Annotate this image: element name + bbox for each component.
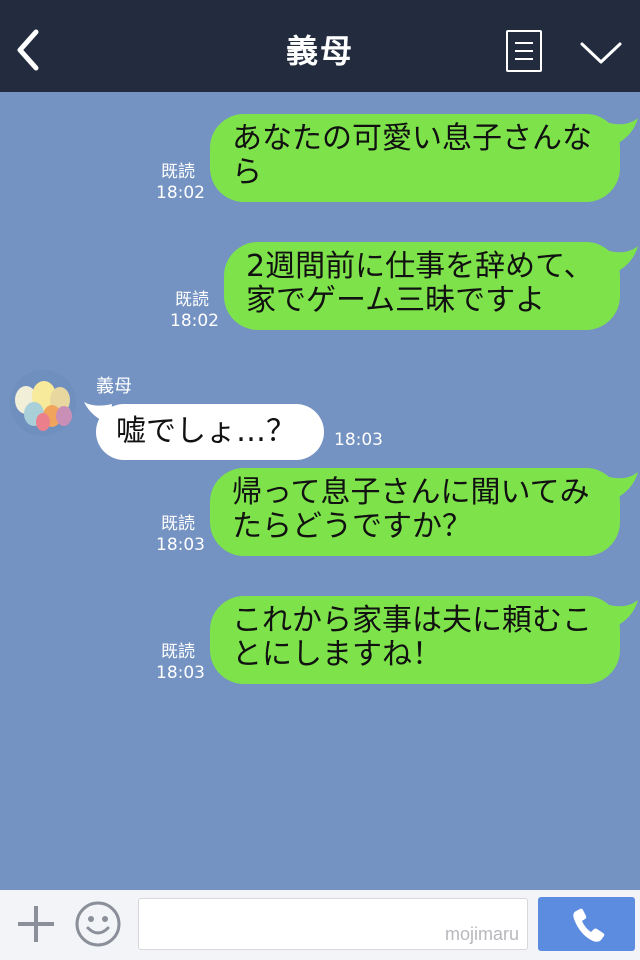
- chat-title: 義母: [285, 32, 354, 70]
- bubble-tail: [606, 246, 638, 274]
- message-time: 18:02: [170, 311, 219, 331]
- message-line: 帰って息子さんに聞いてみ: [232, 475, 590, 510]
- call-button[interactable]: [538, 897, 635, 951]
- bubble-tail: [606, 600, 638, 628]
- outgoing-message-bubble[interactable]: 2週間前に仕事を辞めて、 家でゲーム三昧ですよ: [224, 242, 620, 330]
- chat-header: 義母: [0, 0, 640, 92]
- input-bar: mojimaru: [0, 890, 640, 960]
- chat-area[interactable]: 既読 18:02 あなたの可愛い息子さんな ら 既読 18:02 2週間前に仕事…: [0, 92, 640, 890]
- message-line: あなたの可愛い息子さんな: [232, 121, 592, 156]
- message-meta: 既読 18:03: [156, 514, 205, 556]
- bubble-tail: [606, 472, 638, 500]
- smile-icon: [75, 901, 121, 947]
- chevron-down-icon: [580, 42, 622, 64]
- message-time: 18:03: [334, 430, 383, 450]
- sender-name: 義母: [96, 376, 132, 397]
- message-line: たらどうですか？: [232, 509, 472, 544]
- phone-icon: [573, 908, 605, 942]
- message-line: 家でゲーム三昧ですよ: [246, 283, 546, 318]
- message-meta: 既読 18:02: [156, 162, 205, 204]
- outgoing-message-bubble[interactable]: これから家事は夫に頼むこ とにしますね！: [210, 596, 620, 684]
- watermark-text: mojimaru: [444, 924, 519, 944]
- message-time: 18:03: [156, 535, 205, 555]
- message-line: とにしますね！: [232, 637, 442, 672]
- emoji-button[interactable]: [74, 900, 122, 948]
- message-line: これから家事は夫に頼むこ: [232, 603, 592, 638]
- outgoing-message-bubble[interactable]: あなたの可愛い息子さんな ら: [210, 114, 620, 202]
- read-receipt: 既読: [161, 162, 195, 182]
- message-line: 嘘でしょ…？: [116, 414, 296, 449]
- message-meta: 既読 18:02: [170, 290, 219, 332]
- message-meta: 既読 18:03: [156, 642, 205, 684]
- message-time: 18:02: [156, 183, 205, 203]
- read-receipt: 既読: [161, 642, 195, 662]
- message-time: 18:03: [156, 663, 205, 683]
- message-line: 2週間前に仕事を辞めて、: [246, 249, 594, 284]
- read-receipt: 既読: [161, 514, 195, 534]
- incoming-message-bubble[interactable]: 嘘でしょ…？: [96, 404, 324, 460]
- plus-icon: [18, 906, 54, 942]
- read-receipt: 既読: [175, 290, 209, 310]
- avatar[interactable]: [10, 370, 76, 436]
- outgoing-message-bubble[interactable]: 帰って息子さんに聞いてみ たらどうですか？: [210, 468, 620, 556]
- message-input[interactable]: mojimaru: [138, 898, 528, 950]
- menu-button[interactable]: [506, 30, 542, 72]
- add-button[interactable]: [14, 902, 58, 946]
- message-line: ら: [232, 155, 262, 190]
- collapse-button[interactable]: [578, 38, 624, 68]
- bubble-tail: [606, 118, 638, 146]
- balloons-icon: [10, 370, 76, 436]
